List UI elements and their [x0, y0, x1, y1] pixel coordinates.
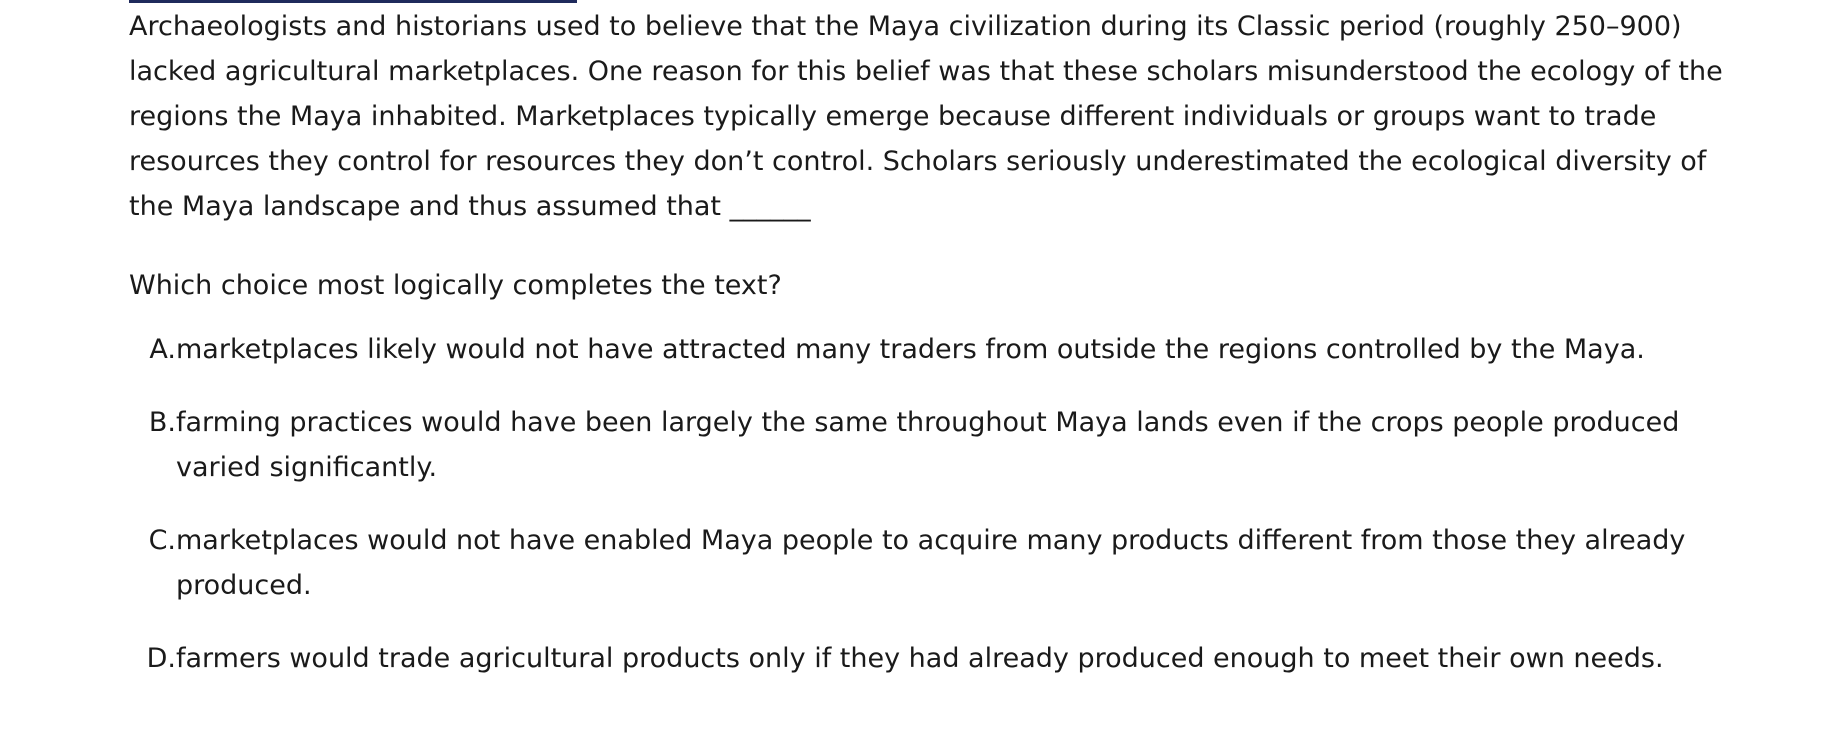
choice-letter: A.	[149, 334, 176, 365]
top-divider	[129, 0, 577, 3]
answer-choices: A. marketplaces likely would not have at…	[129, 327, 1729, 681]
passage-text: Archaeologists and historians used to be…	[129, 11, 1723, 222]
choice-text: marketplaces likely would not have attra…	[176, 334, 1645, 365]
choice-letter: C.	[148, 525, 176, 556]
choice-text: farmers would trade agricultural product…	[176, 643, 1664, 674]
choice-letter: D.	[146, 643, 176, 674]
answer-choice-b[interactable]: B. farming practices would have been lar…	[129, 400, 1729, 490]
question-card: Archaeologists and historians used to be…	[129, 4, 1729, 709]
question-prompt: Which choice most logically completes th…	[129, 270, 782, 301]
answer-choice-d[interactable]: D. farmers would trade agricultural prod…	[129, 636, 1729, 681]
choice-letter: B.	[148, 407, 176, 438]
answer-choice-a[interactable]: A. marketplaces likely would not have at…	[129, 327, 1729, 372]
choice-text: marketplaces would not have enabled Maya…	[176, 525, 1686, 601]
choice-text: farming practices would have been largel…	[176, 407, 1680, 483]
answer-choice-c[interactable]: C. marketplaces would not have enabled M…	[129, 518, 1729, 608]
